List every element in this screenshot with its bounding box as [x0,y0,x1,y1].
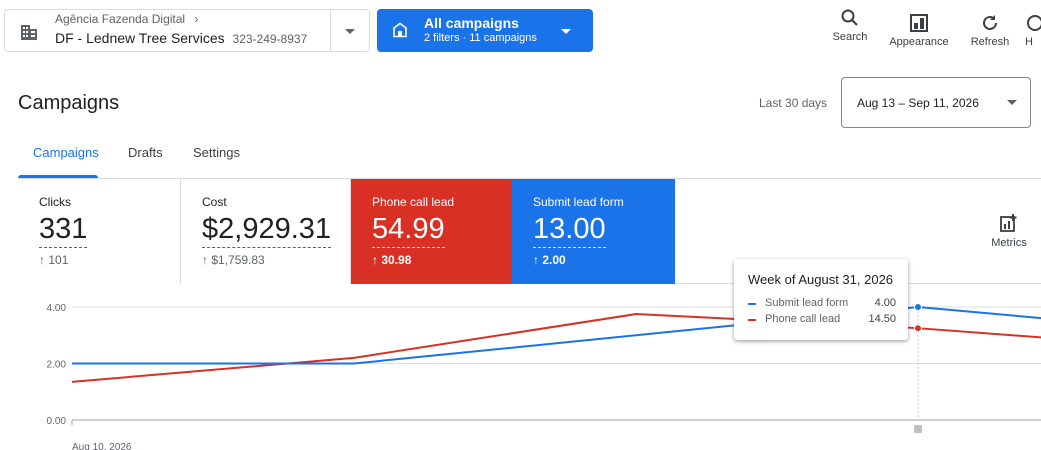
help-tool-label: H [1025,36,1033,48]
scorecard-delta-value: 101 [48,253,69,267]
x-tick-label: Aug 10, 2026 [72,442,132,450]
caret-down-icon [1007,100,1017,105]
help-tool-button[interactable]: H [1025,13,1041,48]
legend-swatch [748,319,756,321]
scorecard-cost[interactable]: Cost $2,929.31 ↑ $1,759.83 [181,179,351,284]
campaign-selector-subtitle: 2 filters · 11 campaigns [424,32,537,44]
page-title: Campaigns [18,92,120,114]
help-icon [1027,15,1041,31]
refresh-tool-label: Refresh [970,36,1010,48]
manager-account-link[interactable]: Agência Fazenda Digital › [55,12,198,26]
scorecard-phone-call-lead[interactable]: Phone call lead 54.99 ↑ 30.98 [351,179,512,284]
scorecard-clicks[interactable]: Clicks 331 ↑ 101 [18,179,181,284]
scorecard-value: $2,929.31 [202,212,332,248]
scorecard-value: 331 [39,212,88,248]
chart-tooltip: Week of August 31, 2026 Submit lead form… [734,259,908,340]
date-range-label: Last 30 days [759,96,828,110]
campaign-selector-title: All campaigns [424,15,519,31]
search-tool-button[interactable]: Search [820,8,880,43]
scorecard-label: Submit lead form [533,195,624,209]
building-icon [21,25,37,40]
data-point [914,324,922,333]
account-name-line: DF - Lednew Tree Services 323-249-8937 [55,30,307,46]
metrics-button-label: Metrics [991,237,1027,249]
tab-campaigns[interactable]: Campaigns [33,145,99,160]
caret-down-icon [561,29,571,34]
search-tool-label: Search [832,31,868,43]
date-range-text: Aug 13 – Sep 11, 2026 [857,96,979,110]
manager-account-name: Agência Fazenda Digital [55,12,186,26]
y-tick-label: 2.00 [47,360,67,371]
y-tick-label: 0.00 [47,416,67,427]
campaign-home-icon [393,22,407,38]
tooltip-title: Week of August 31, 2026 [748,272,894,287]
scorecard-value: 13.00 [533,212,606,248]
scorecard-label: Phone call lead [372,195,455,209]
campaign-selector[interactable]: All campaigns 2 filters · 11 campaigns [377,9,593,52]
data-point [914,303,922,311]
appearance-icon [910,14,928,32]
tooltip-series-name: Phone call lead [765,313,841,325]
hover-handle [914,425,922,433]
date-range-picker[interactable]: Aug 13 – Sep 11, 2026 [841,77,1031,128]
search-icon [841,9,858,26]
scorecard-delta: ↑ 2.00 [533,253,566,267]
y-tick-label: 4.00 [47,303,67,314]
refresh-tool-button[interactable]: Refresh [960,13,1020,48]
tab-settings[interactable]: Settings [193,145,240,160]
tooltip-series-value: 14.50 [868,313,896,325]
metrics-button[interactable]: Metrics [978,213,1040,249]
appearance-tool-label: Appearance [889,36,949,48]
divider [330,10,331,51]
scorecard-delta-value: $1,759.83 [211,253,265,267]
account-selector[interactable]: Agência Fazenda Digital › DF - Lednew Tr… [4,9,370,52]
scorecard-delta: ↑ $1,759.83 [202,253,265,267]
scorecard-label: Clicks [39,195,71,209]
scorecard-submit-lead-form[interactable]: Submit lead form 13.00 ↑ 2.00 [512,179,675,284]
account-name: DF - Lednew Tree Services [55,30,225,46]
legend-swatch [748,303,756,305]
scorecard-delta-value: 2.00 [542,253,566,267]
chevron-right-icon: › [194,12,199,26]
tooltip-series-value: 4.00 [874,297,896,309]
account-dropdown-button[interactable] [337,18,363,44]
add-chart-icon [1000,214,1017,232]
scorecard-delta-value: 30.98 [381,253,412,267]
tab-drafts[interactable]: Drafts [128,145,163,160]
refresh-icon [983,15,997,30]
scorecard-value: 54.99 [372,212,445,248]
scorecard-label: Cost [202,195,227,209]
scorecard-delta: ↑ 101 [39,253,69,267]
appearance-tool-button[interactable]: Appearance [889,13,949,48]
account-phone: 323-249-8937 [232,32,308,46]
tooltip-series-name: Submit lead form [765,297,849,309]
scorecard-delta: ↑ 30.98 [372,253,412,267]
caret-down-icon [345,29,355,34]
